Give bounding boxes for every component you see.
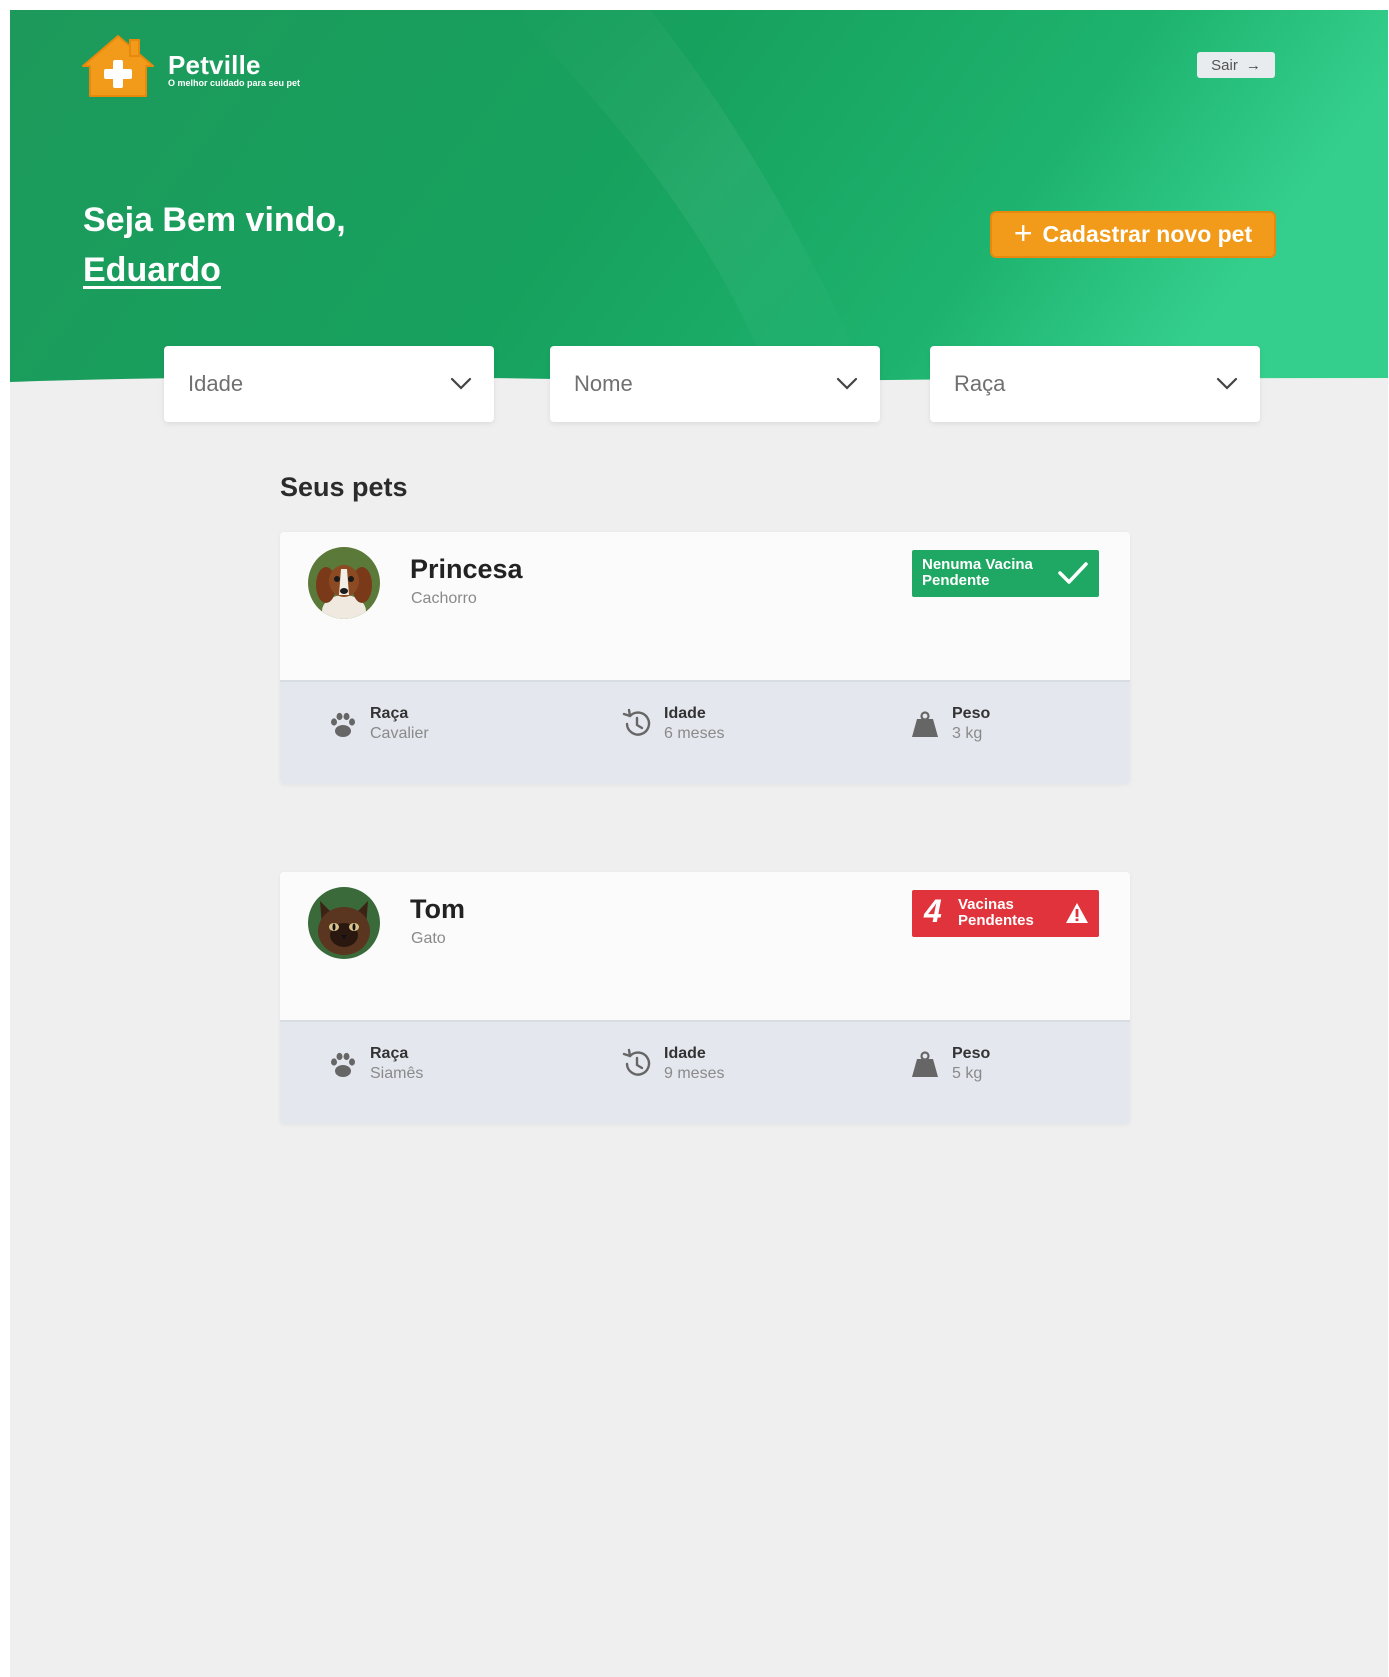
paw-icon xyxy=(331,712,355,737)
weight-label: Peso xyxy=(952,1045,991,1062)
history-icon xyxy=(622,708,651,736)
pet-avatar xyxy=(308,887,380,959)
filter-nome[interactable]: Nome xyxy=(550,346,880,422)
chevron-down-icon xyxy=(450,377,472,390)
breed-label: Raça xyxy=(370,705,409,722)
age-value: 9 meses xyxy=(664,1065,725,1082)
add-pet-label: Cadastrar novo pet xyxy=(1042,221,1253,247)
pet-weight: Peso 3 kg xyxy=(908,704,990,744)
brand-tagline: O melhor cuidado para seu pet xyxy=(168,78,301,88)
badge-line-2: Pendente xyxy=(922,572,990,589)
vaccine-status-badge: Nenuma Vacina Pendente xyxy=(912,550,1099,597)
add-pet-button[interactable]: + Cadastrar novo pet xyxy=(990,211,1276,258)
history-icon xyxy=(622,1048,651,1076)
pet-card-princesa[interactable]: Princesa Cachorro Nenuma Vacina Pendente xyxy=(280,532,1130,784)
paw-icon xyxy=(331,1052,355,1077)
age-label: Idade xyxy=(664,705,706,722)
user-name-link[interactable]: Eduardo xyxy=(83,245,346,295)
pet-breed: Raça Siamês xyxy=(326,1044,423,1084)
age-value: 6 meses xyxy=(664,725,725,742)
filter-raca[interactable]: Raça xyxy=(930,346,1260,422)
pet-avatar xyxy=(308,547,380,619)
badge-line-1: Vacinas xyxy=(958,896,1014,913)
brand-name: Petville xyxy=(168,50,261,80)
vaccine-status-badge: 4 Vacinas Pendentes xyxy=(912,890,1099,937)
chevron-down-icon xyxy=(836,377,858,390)
logout-button[interactable]: Sair → xyxy=(1197,52,1275,78)
alert-triangle-icon xyxy=(1066,903,1088,923)
pet-card-details: Raça Cavalier Idade 6 meses Peso 3 kg xyxy=(280,682,1130,784)
weight-value: 5 kg xyxy=(952,1065,983,1082)
filter-label: Nome xyxy=(574,371,633,396)
house-plus-icon xyxy=(82,35,154,97)
weight-icon xyxy=(912,1051,938,1077)
pending-count: 4 xyxy=(924,893,942,929)
pet-card-details: Raça Siamês Idade 9 meses Peso 5 kg xyxy=(280,1022,1130,1124)
badge-text: Vacinas Pendentes xyxy=(958,897,1034,929)
pet-name: Princesa xyxy=(410,554,523,584)
pet-age: Idade 6 meses xyxy=(620,704,724,744)
weight-label: Peso xyxy=(952,705,991,722)
page: Petville O melhor cuidado para seu pet S… xyxy=(10,10,1388,1677)
badge-line-2: Pendentes xyxy=(958,912,1034,929)
chevron-down-icon xyxy=(1216,377,1238,390)
filter-label: Raça xyxy=(954,371,1006,396)
pet-age: Idade 9 meses xyxy=(620,1044,724,1084)
filter-label: Idade xyxy=(188,371,244,396)
pet-species: Gato xyxy=(411,930,446,947)
logout-label: Sair xyxy=(1211,56,1238,74)
plus-icon: + xyxy=(1013,215,1033,251)
check-icon xyxy=(1058,562,1088,584)
filter-idade[interactable]: Idade xyxy=(164,346,494,422)
pet-species: Cachorro xyxy=(411,590,477,607)
welcome-message: Seja Bem vindo, Eduardo xyxy=(83,195,346,295)
pet-name: Tom xyxy=(410,894,465,924)
pet-card-tom[interactable]: Tom Gato 4 Vacinas Pendentes Raça Siamês… xyxy=(280,872,1130,1124)
weight-icon xyxy=(912,711,938,737)
pet-weight: Peso 5 kg xyxy=(908,1044,990,1084)
section-title: Seus pets xyxy=(280,472,408,502)
breed-value: Siamês xyxy=(370,1065,424,1082)
badge-text: Nenuma Vacina Pendente xyxy=(922,557,1033,589)
breed-value: Cavalier xyxy=(370,725,429,742)
welcome-greeting: Seja Bem vindo, xyxy=(83,201,346,239)
pet-breed: Raça Cavalier xyxy=(326,704,429,744)
weight-value: 3 kg xyxy=(952,725,983,742)
breed-label: Raça xyxy=(370,1045,409,1062)
pet-card-header: Tom Gato 4 Vacinas Pendentes xyxy=(280,872,1130,1022)
age-label: Idade xyxy=(664,1045,706,1062)
arrow-right-icon: → xyxy=(1245,56,1261,74)
pet-card-header: Princesa Cachorro Nenuma Vacina Pendente xyxy=(280,532,1130,682)
badge-line-1: Nenuma Vacina xyxy=(922,556,1033,573)
